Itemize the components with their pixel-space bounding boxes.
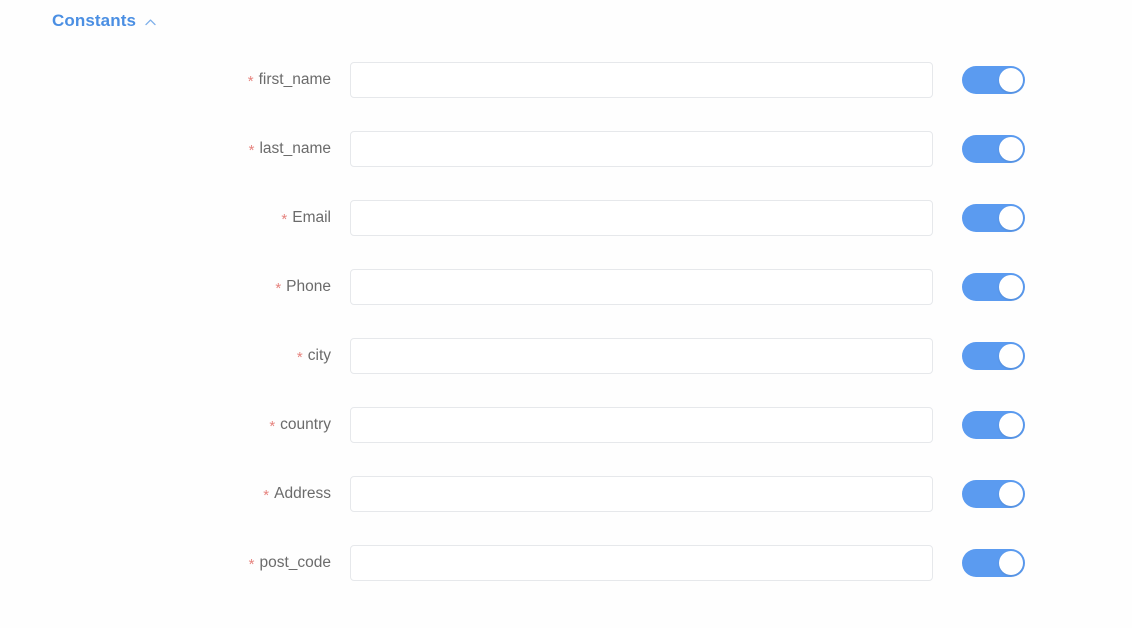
form-row: * post_code <box>0 545 1132 614</box>
field-input[interactable] <box>350 407 933 443</box>
form-row: * city <box>0 338 1132 407</box>
field-enabled-toggle[interactable] <box>962 66 1025 94</box>
field-input[interactable] <box>350 131 933 167</box>
field-enabled-toggle[interactable] <box>962 549 1025 577</box>
field-label-text: city <box>307 347 331 364</box>
toggle-knob <box>999 413 1023 437</box>
required-asterisk: * <box>269 418 276 435</box>
field-label-text: Address <box>274 485 331 502</box>
required-asterisk: * <box>296 349 303 366</box>
form-row: * Phone <box>0 269 1132 338</box>
form-row: * first_name <box>0 62 1132 131</box>
field-input[interactable] <box>350 269 933 305</box>
toggle-knob <box>999 344 1023 368</box>
field-label: * Address <box>0 476 331 512</box>
toggle-knob <box>999 206 1023 230</box>
field-label-text: Phone <box>286 278 331 295</box>
required-asterisk: * <box>281 211 288 228</box>
field-input[interactable] <box>350 200 933 236</box>
toggle-knob <box>999 482 1023 506</box>
field-enabled-toggle[interactable] <box>962 204 1025 232</box>
field-enabled-toggle[interactable] <box>962 342 1025 370</box>
form-row: * country <box>0 407 1132 476</box>
field-enabled-toggle[interactable] <box>962 273 1025 301</box>
toggle-knob <box>999 551 1023 575</box>
field-label: * country <box>0 407 331 443</box>
toggle-knob <box>999 137 1023 161</box>
field-enabled-toggle[interactable] <box>962 411 1025 439</box>
chevron-up-icon[interactable] <box>143 15 158 30</box>
section-title: Constants <box>52 11 137 30</box>
toggle-knob <box>999 68 1023 92</box>
field-label-text: country <box>280 416 331 433</box>
field-label: * post_code <box>0 545 331 581</box>
constants-section-header[interactable]: Constants <box>52 9 158 33</box>
required-asterisk: * <box>263 487 270 504</box>
form-row: * last_name <box>0 131 1132 200</box>
field-input[interactable] <box>350 476 933 512</box>
field-label: * Email <box>0 200 331 236</box>
field-input[interactable] <box>350 545 933 581</box>
required-asterisk: * <box>247 73 254 90</box>
toggle-knob <box>999 275 1023 299</box>
field-label: * city <box>0 338 331 374</box>
constants-panel: Constants * first_name * last_name * Email * Ph… <box>0 0 1132 628</box>
required-asterisk: * <box>248 142 255 159</box>
constants-field-list: * first_name * last_name * Email * Phone * city * c… <box>0 62 1132 614</box>
field-enabled-toggle[interactable] <box>962 135 1025 163</box>
field-enabled-toggle[interactable] <box>962 480 1025 508</box>
form-row: * Email <box>0 200 1132 269</box>
required-asterisk: * <box>275 280 282 297</box>
field-input[interactable] <box>350 338 933 374</box>
form-row: * Address <box>0 476 1132 545</box>
field-label: * last_name <box>0 131 331 167</box>
field-label: * Phone <box>0 269 331 305</box>
field-label-text: first_name <box>258 71 331 88</box>
required-asterisk: * <box>248 556 255 573</box>
field-label-text: post_code <box>259 554 331 571</box>
field-label: * first_name <box>0 62 331 98</box>
field-label-text: Email <box>292 209 331 226</box>
field-label-text: last_name <box>259 140 331 157</box>
field-input[interactable] <box>350 62 933 98</box>
